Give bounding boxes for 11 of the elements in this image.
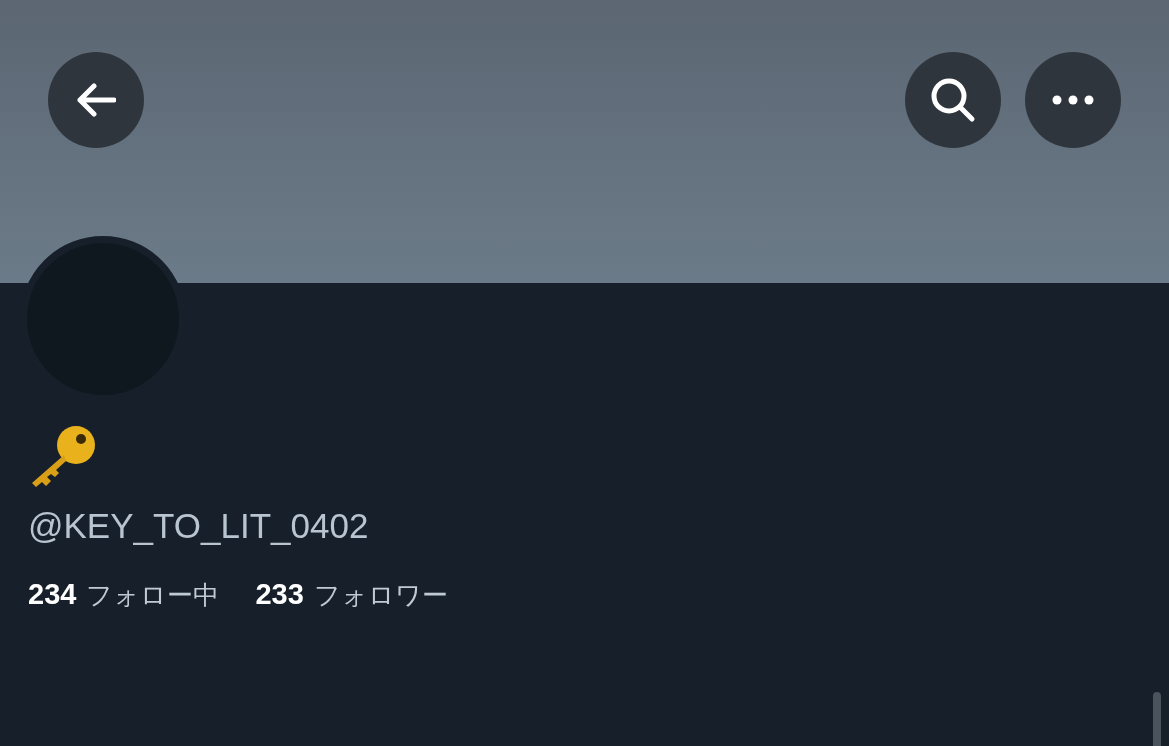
stat-count: 233: [255, 577, 304, 612]
stat-label: フォロー中: [86, 579, 220, 612]
back-arrow-icon: [76, 82, 116, 118]
search-icon: [930, 77, 976, 123]
stat-label: フォロワー: [313, 579, 448, 612]
profile-handle: @KEY_TO_LIT_0402: [28, 505, 370, 547]
stat-link[interactable]: 233 フォロワー: [255, 573, 448, 617]
stat-count: 234: [28, 577, 77, 612]
scrollbar: [1153, 692, 1161, 746]
more-icon: [1052, 95, 1094, 105]
stat-link[interactable]: 234 フォロー中: [28, 573, 220, 617]
